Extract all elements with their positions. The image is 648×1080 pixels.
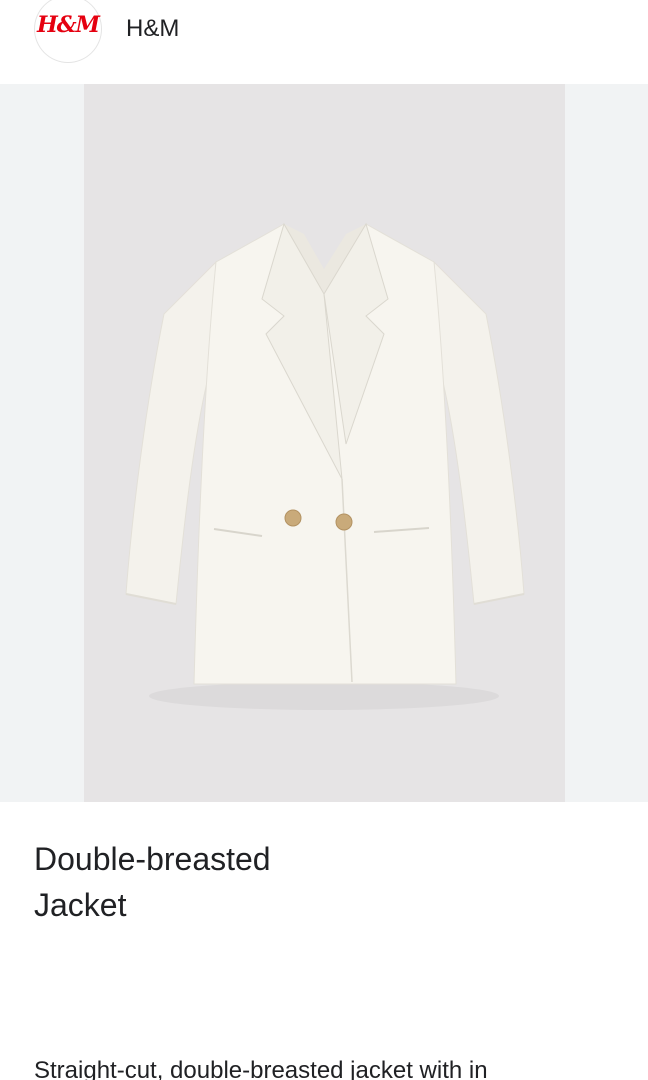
jacket-illustration	[84, 84, 565, 802]
brand-logo-text: H&M	[36, 12, 100, 38]
product-page: H&M H&M Double-breasted Jacket Straight-…	[0, 0, 648, 1080]
brand-name[interactable]: H&M	[126, 15, 179, 43]
product-image[interactable]	[84, 84, 565, 802]
product-description: Straight-cut, double-breasted jacket wit…	[34, 1057, 488, 1080]
brand-logo[interactable]: H&M	[35, 0, 101, 62]
header: H&M H&M	[0, 0, 648, 62]
product-title: Double-breasted Jacket	[34, 841, 271, 923]
